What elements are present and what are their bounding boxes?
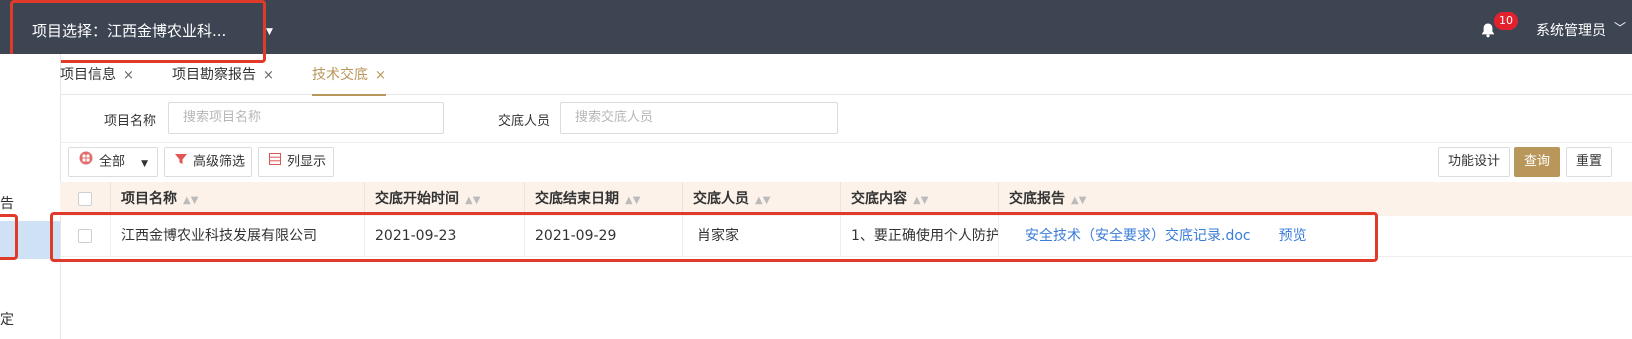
all-icon [79, 148, 93, 176]
person-label: 交底人员 [498, 114, 551, 129]
bell-icon[interactable] [1480, 22, 1496, 38]
tab-project-info[interactable]: 项目信息 × [60, 58, 134, 94]
project-name-search-input[interactable]: 搜索项目名称 [168, 102, 444, 134]
sort-icon[interactable]: ▲▼ [755, 195, 770, 206]
function-design-button[interactable]: 功能设计 [1438, 147, 1510, 177]
divider [60, 142, 1632, 143]
tab-label: 项目信息 [60, 67, 116, 83]
sort-icon[interactable]: ▲▼ [465, 195, 480, 206]
highlight-box-row [50, 212, 1378, 262]
sort-icon[interactable]: ▲▼ [183, 195, 198, 206]
select-all-checkbox[interactable] [78, 192, 92, 206]
column-header-label: 交底开始时间 [375, 191, 459, 207]
column-header[interactable]: 交底开始时间 ▲▼ [364, 182, 524, 216]
column-display-label: 列显示 [287, 154, 327, 170]
tab-label: 技术交底 [312, 67, 368, 83]
column-header[interactable]: 交底结束日期 ▲▼ [524, 182, 682, 216]
column-header[interactable]: 交底人员 ▲▼ [682, 182, 840, 216]
close-icon[interactable]: × [263, 68, 274, 83]
sort-icon[interactable]: ▲▼ [913, 195, 928, 206]
tab-tech-disclosure[interactable]: 技术交底 × [312, 58, 386, 96]
advanced-filter-button[interactable]: 高级筛选 [164, 147, 252, 177]
caret-down-icon[interactable]: ▼ [266, 27, 273, 37]
column-display-button[interactable]: 列显示 [258, 147, 334, 177]
highlight-box-sidebar [0, 214, 18, 260]
column-header-label: 项目名称 [121, 191, 177, 207]
all-label: 全部 [99, 154, 126, 170]
advanced-filter-label: 高级筛选 [193, 154, 246, 170]
tab-bar: 项目信息 × 项目勘察报告 × 技术交底 × [60, 58, 1632, 96]
column-header[interactable]: 交底内容 ▲▼ [840, 182, 998, 216]
column-header-label: 交底人员 [693, 191, 749, 207]
caret-down-icon: ▼ [141, 158, 149, 169]
sort-icon[interactable]: ▲▼ [1071, 195, 1086, 206]
tab-survey-report[interactable]: 项目勘察报告 × [172, 58, 274, 94]
columns-icon [269, 148, 281, 176]
tab-label: 项目勘察报告 [172, 67, 256, 83]
table-header: 项目名称 ▲▼ 交底开始时间 ▲▼ 交底结束日期 ▲▼ 交底人员 ▲▼ 交底内容 ▲▼ 交… [60, 182, 1632, 216]
sort-icon[interactable]: ▲▼ [625, 195, 640, 206]
column-header[interactable]: 项目名称 ▲▼ [110, 182, 364, 216]
project-name-label: 项目名称 [104, 114, 157, 129]
column-header-label: 交底内容 [851, 191, 907, 207]
column-header-label: 交底结束日期 [535, 191, 619, 207]
filter-icon [175, 148, 187, 176]
close-icon[interactable]: × [375, 68, 386, 83]
reset-button[interactable]: 重置 [1566, 147, 1612, 177]
column-header[interactable]: 交底报告 ▲▼ [998, 182, 1632, 216]
close-icon[interactable]: × [123, 68, 134, 83]
sidebar-item-label[interactable]: 定 [0, 309, 14, 329]
sidebar-item-label[interactable]: 告 [0, 193, 14, 213]
query-button[interactable]: 查询 [1514, 147, 1560, 177]
column-header-label: 交底报告 [1009, 191, 1065, 207]
user-menu[interactable]: 系统管理员 [1536, 20, 1606, 40]
notification-badge: 10 [1494, 12, 1518, 30]
person-search-input[interactable]: 搜索交底人员 [560, 102, 838, 134]
all-dropdown[interactable]: 全部 ▼ [68, 147, 158, 177]
chevron-down-icon[interactable]: ﹀ [1614, 19, 1626, 36]
